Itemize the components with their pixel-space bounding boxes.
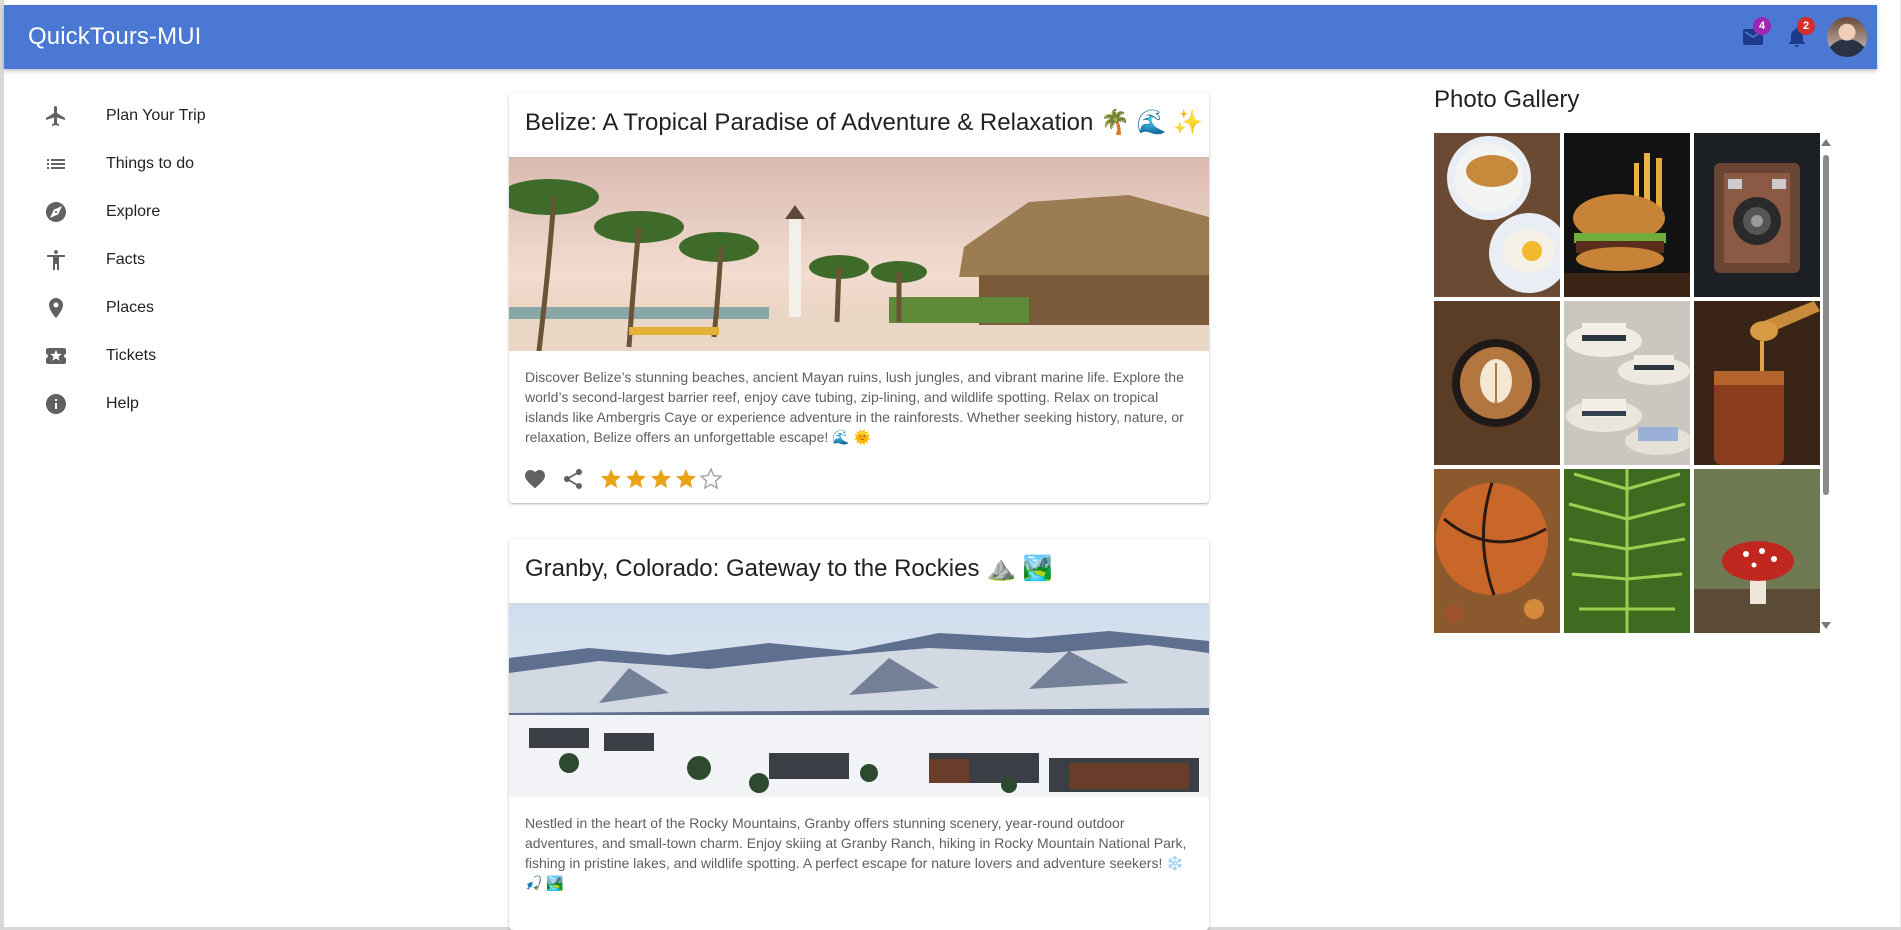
app-bar: QuickTours-MUI 4 2 (4, 5, 1877, 69)
scroll-thumb[interactable] (1823, 155, 1829, 495)
user-avatar[interactable] (1827, 17, 1867, 57)
sidebar-item-tickets[interactable]: Tickets (30, 332, 330, 380)
sidebar-item-label: Help (106, 395, 139, 412)
card-title: Belize: A Tropical Paradise of Adventure… (525, 109, 1203, 136)
sidebar-nav: Plan Your Trip Things to do Explore Fact… (30, 92, 330, 428)
sidebar-item-label: Things to do (106, 155, 195, 172)
gallery-photo-latte-art[interactable] (1434, 301, 1560, 465)
granby-mountains-image (509, 603, 1209, 797)
gallery-photo-vintage-camera[interactable] (1694, 133, 1820, 297)
sidebar-item-explore[interactable]: Explore (30, 188, 330, 236)
share-button[interactable] (561, 467, 585, 491)
info-icon (30, 392, 82, 416)
gallery-photo-croissant-breakfast[interactable] (1434, 133, 1560, 297)
star-filled-icon[interactable] (674, 467, 698, 491)
app-title: QuickTours-MUI (28, 23, 202, 50)
gallery-scrollbar[interactable] (1820, 137, 1832, 631)
share-icon (564, 469, 582, 489)
compass-icon (30, 200, 82, 224)
gallery-photo-basketball-leaves[interactable] (1434, 469, 1560, 633)
sidebar-item-facts[interactable]: Facts (30, 236, 330, 284)
ticket-icon (30, 344, 82, 368)
star-filled-icon[interactable] (649, 467, 673, 491)
notifications-button[interactable]: 2 (1777, 17, 1817, 57)
sidebar-item-label: Explore (106, 203, 161, 220)
gallery-photo-fern-leaf[interactable] (1564, 469, 1690, 633)
notification-badge: 2 (1797, 17, 1815, 35)
gallery-photo-burger-fries[interactable] (1564, 133, 1690, 297)
favorite-button[interactable] (523, 467, 547, 491)
location-pin-icon (30, 296, 82, 320)
gallery-title: Photo Gallery (1434, 86, 1580, 113)
card-title: Granby, Colorado: Gateway to the Rockies… (525, 555, 1053, 582)
card-actions (509, 447, 1209, 503)
star-empty-icon[interactable] (699, 467, 723, 491)
star-filled-icon[interactable] (624, 467, 648, 491)
scroll-down-arrow-icon[interactable] (1821, 622, 1831, 629)
sidebar-item-label: Facts (106, 251, 146, 268)
gallery-photo-red-mushroom[interactable] (1694, 469, 1820, 633)
star-filled-icon[interactable] (599, 467, 623, 491)
gallery-photo-honey-jar[interactable] (1694, 301, 1820, 465)
photo-gallery (1434, 133, 1828, 633)
rating-stars (599, 467, 724, 491)
airplane-icon (30, 104, 82, 128)
sidebar-item-label: Tickets (106, 347, 157, 364)
app-bar-actions: 4 2 (1729, 17, 1867, 57)
gallery-photo-straw-hats[interactable] (1564, 301, 1690, 465)
mail-badge: 4 (1753, 17, 1771, 35)
tour-card-granby: Granby, Colorado: Gateway to the Rockies… (509, 539, 1209, 930)
scroll-up-arrow-icon[interactable] (1821, 139, 1831, 146)
sidebar-item-label: Places (106, 299, 155, 316)
belize-beach-image (509, 157, 1209, 351)
sidebar-item-places[interactable]: Places (30, 284, 330, 332)
heart-icon (525, 470, 545, 489)
card-description: Nestled in the heart of the Rocky Mounta… (525, 815, 1187, 891)
list-icon (30, 152, 82, 176)
card-description: Discover Belize’s stunning beaches, anci… (525, 369, 1184, 445)
sidebar-item-plan-your-trip[interactable]: Plan Your Trip (30, 92, 330, 140)
accessibility-icon (30, 248, 82, 272)
tour-card-belize: Belize: A Tropical Paradise of Adventure… (509, 93, 1209, 503)
sidebar-item-things-to-do[interactable]: Things to do (30, 140, 330, 188)
sidebar-item-label: Plan Your Trip (106, 107, 206, 124)
mail-button[interactable]: 4 (1733, 17, 1773, 57)
sidebar-item-help[interactable]: Help (30, 380, 330, 428)
